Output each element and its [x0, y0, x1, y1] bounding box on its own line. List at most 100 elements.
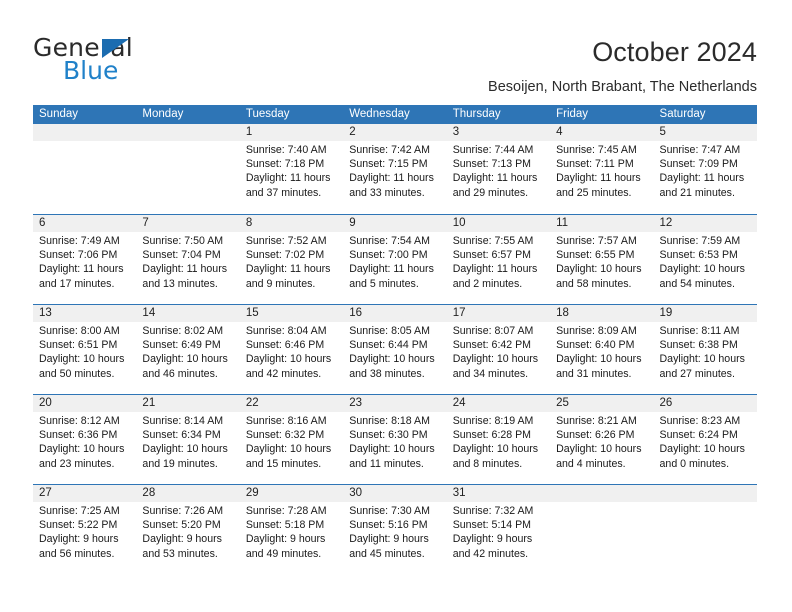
day-details: Sunrise: 7:59 AM Sunset: 6:53 PM Daylight:…	[654, 232, 757, 291]
day-of-week-header-row: Sunday Monday Tuesday Wednesday Thursday…	[33, 105, 757, 124]
calendar-day-cell[interactable]: 30 Sunrise: 7:30 AM Sunset: 5:16 PM Dayligh…	[343, 485, 447, 574]
daylight-text-line2: and 25 minutes.	[556, 186, 632, 199]
daylight-text-line1: Daylight: 10 hours	[452, 443, 539, 456]
sunrise-text: Sunrise: 7:50 AM	[142, 235, 224, 247]
calendar-day-cell[interactable]: 12 Sunrise: 7:59 AM Sunset: 6:53 PM Dayligh…	[653, 215, 757, 304]
calendar-day-cell[interactable]: 13 Sunrise: 8:00 AM Sunset: 6:51 PM Dayligh…	[33, 305, 137, 394]
page-header: General Blue October 2024 Besoijen, Nort…	[0, 0, 792, 100]
calendar-day-cell[interactable]: 2 Sunrise: 7:42 AM Sunset: 7:15 PM Daylight…	[343, 124, 447, 214]
day-header-friday: Friday	[556, 108, 589, 120]
calendar-day-cell[interactable]: 11 Sunrise: 7:57 AM Sunset: 6:55 PM Dayligh…	[550, 215, 654, 304]
daylight-text-line1: Daylight: 10 hours	[556, 263, 642, 276]
daylight-text-line1: Daylight: 10 hours	[556, 443, 642, 456]
calendar-day-cell[interactable]: 31 Sunrise: 7:32 AM Sunset: 5:14 PM Dayligh…	[446, 485, 551, 574]
sunrise-text: Sunrise: 8:05 AM	[349, 325, 430, 337]
calendar-page: General Blue October 2024 Besoijen, Nort…	[0, 0, 792, 612]
calendar-day-cell[interactable]: 4 Sunrise: 7:45 AM Sunset: 7:11 PM Daylight…	[550, 124, 654, 214]
calendar-day-cell[interactable]: 6 Sunrise: 7:49 AM Sunset: 7:06 PM Daylight…	[33, 215, 137, 304]
calendar-day-cell[interactable]: 29 Sunrise: 7:28 AM Sunset: 5:18 PM Dayligh…	[239, 485, 344, 574]
daylight-text-line1: Daylight: 11 hours	[349, 263, 434, 276]
calendar-day-cell[interactable]: 26 Sunrise: 8:23 AM Sunset: 6:24 PM Dayligh…	[653, 395, 757, 484]
calendar-day-cell[interactable]: 10 Sunrise: 7:55 AM Sunset: 6:57 PM Dayligh…	[446, 215, 551, 304]
calendar-day-cell[interactable]: 8 Sunrise: 7:52 AM Sunset: 7:02 PM Daylight…	[239, 215, 344, 304]
general-blue-logo[interactable]: General Blue	[33, 34, 213, 86]
calendar-day-cell[interactable]: 15 Sunrise: 8:04 AM Sunset: 6:46 PM Dayligh…	[239, 305, 344, 394]
calendar-day-cell[interactable]: 3 Sunrise: 7:44 AM Sunset: 7:13 PM Daylight…	[446, 124, 551, 214]
calendar-day-cell[interactable]: 5 Sunrise: 7:47 AM Sunset: 7:09 PM Daylight…	[653, 124, 757, 214]
day-header-wednesday: Wednesday	[349, 108, 410, 120]
daylight-text-line2: and 21 minutes.	[659, 186, 735, 199]
day-number: 24	[446, 395, 551, 412]
daylight-text-line2: and 45 minutes.	[349, 547, 425, 560]
daylight-text-line1: Daylight: 9 hours	[39, 533, 119, 546]
daylight-text-line2: and 19 minutes.	[142, 457, 218, 470]
day-number: 8	[239, 215, 344, 232]
daylight-text-line2: and 29 minutes.	[452, 186, 529, 199]
day-number: 7	[136, 215, 240, 232]
day-number: 16	[343, 305, 447, 322]
day-number: 11	[550, 215, 654, 232]
sunset-text: Sunset: 6:24 PM	[659, 429, 738, 442]
day-details: Sunrise: 8:12 AM Sunset: 6:36 PM Daylight:…	[33, 412, 136, 471]
sunset-text: Sunset: 7:04 PM	[142, 249, 221, 262]
sunrise-text: Sunrise: 8:14 AM	[142, 415, 224, 427]
daylight-text-line1: Daylight: 10 hours	[39, 443, 125, 456]
day-number: 17	[446, 305, 551, 322]
daylight-text-line1: Daylight: 11 hours	[39, 263, 124, 276]
day-number: 6	[33, 215, 137, 232]
calendar-day-cell[interactable]: 17 Sunrise: 8:07 AM Sunset: 6:42 PM Dayligh…	[446, 305, 551, 394]
daylight-text-line2: and 17 minutes.	[39, 277, 115, 290]
daylight-text-line1: Daylight: 11 hours	[556, 172, 641, 185]
calendar-day-cell[interactable]: 27 Sunrise: 7:25 AM Sunset: 5:22 PM Dayligh…	[33, 485, 137, 574]
daylight-text-line2: and 2 minutes.	[452, 277, 523, 290]
calendar-day-cell[interactable]: 16 Sunrise: 8:05 AM Sunset: 6:44 PM Dayligh…	[343, 305, 447, 394]
day-number: 13	[33, 305, 137, 322]
daylight-text-line2: and 15 minutes.	[245, 457, 322, 470]
calendar-day-cell[interactable]: 23 Sunrise: 8:18 AM Sunset: 6:30 PM Dayligh…	[343, 395, 447, 484]
sunrise-text: Sunrise: 8:21 AM	[556, 415, 637, 427]
calendar-day-cell[interactable]: 24 Sunrise: 8:19 AM Sunset: 6:28 PM Dayligh…	[446, 395, 551, 484]
day-number: 18	[550, 305, 654, 322]
calendar-day-cell[interactable]: 18 Sunrise: 8:09 AM Sunset: 6:40 PM Dayligh…	[550, 305, 654, 394]
daylight-text-line1: Daylight: 11 hours	[659, 172, 745, 185]
calendar-week-row: 1 Sunrise: 7:40 AM Sunset: 7:18 PM Daylight…	[33, 124, 757, 214]
daylight-text-line1: Daylight: 10 hours	[659, 263, 745, 276]
day-header-tuesday: Tuesday	[245, 108, 290, 120]
sunset-text: Sunset: 6:32 PM	[245, 429, 325, 442]
calendar-day-cell[interactable]: 1 Sunrise: 7:40 AM Sunset: 7:18 PM Daylight…	[239, 124, 344, 214]
day-details: Sunrise: 8:00 AM Sunset: 6:51 PM Daylight:…	[33, 322, 136, 381]
sunset-text: Sunset: 7:00 PM	[349, 249, 428, 262]
sunrise-text: Sunrise: 7:59 AM	[659, 235, 741, 247]
day-details: Sunrise: 8:23 AM Sunset: 6:24 PM Daylight:…	[654, 412, 757, 471]
sunset-text: Sunset: 6:30 PM	[349, 429, 428, 442]
day-details	[33, 141, 136, 143]
calendar-day-cell[interactable]: 20 Sunrise: 8:12 AM Sunset: 6:36 PM Dayligh…	[33, 395, 137, 484]
daylight-text-line1: Daylight: 10 hours	[245, 353, 332, 366]
calendar-day-cell[interactable]: 22 Sunrise: 8:16 AM Sunset: 6:32 PM Dayligh…	[239, 395, 344, 484]
day-details: Sunrise: 7:44 AM Sunset: 7:13 PM Daylight:…	[447, 141, 550, 200]
daylight-text-line1: Daylight: 10 hours	[142, 353, 228, 366]
calendar-day-cell[interactable]: 7 Sunrise: 7:50 AM Sunset: 7:04 PM Daylight…	[136, 215, 240, 304]
daylight-text-line2: and 31 minutes.	[556, 367, 632, 380]
day-details: Sunrise: 7:55 AM Sunset: 6:57 PM Daylight:…	[447, 232, 550, 291]
calendar-day-cell[interactable]: 14 Sunrise: 8:02 AM Sunset: 6:49 PM Dayligh…	[136, 305, 240, 394]
calendar-day-cell[interactable]: 28 Sunrise: 7:26 AM Sunset: 5:20 PM Dayligh…	[136, 485, 240, 574]
calendar-day-cell[interactable]: 25 Sunrise: 8:21 AM Sunset: 6:26 PM Dayligh…	[550, 395, 654, 484]
day-details: Sunrise: 7:52 AM Sunset: 7:02 PM Daylight:…	[240, 232, 343, 291]
sunset-text: Sunset: 6:53 PM	[659, 249, 738, 262]
day-details: Sunrise: 7:47 AM Sunset: 7:09 PM Daylight:…	[654, 141, 757, 200]
calendar-day-cell[interactable]: 21 Sunrise: 8:14 AM Sunset: 6:34 PM Dayligh…	[136, 395, 240, 484]
sunset-text: Sunset: 6:26 PM	[556, 429, 635, 442]
daylight-text-line2: and 11 minutes.	[349, 457, 424, 470]
sunset-text: Sunset: 5:14 PM	[452, 519, 532, 532]
daylight-text-line1: Daylight: 11 hours	[245, 263, 331, 276]
daylight-text-line2: and 58 minutes.	[556, 277, 632, 290]
sunset-text: Sunset: 5:20 PM	[142, 519, 221, 532]
calendar-day-cell[interactable]: 19 Sunrise: 8:11 AM Sunset: 6:38 PM Dayligh…	[653, 305, 757, 394]
daylight-text-line2: and 0 minutes.	[659, 457, 730, 470]
sunrise-text: Sunrise: 8:04 AM	[245, 325, 327, 337]
sunset-text: Sunset: 7:02 PM	[245, 249, 325, 262]
calendar-day-cell[interactable]: 9 Sunrise: 7:54 AM Sunset: 7:00 PM Daylight…	[343, 215, 447, 304]
page-subtitle: Besoijen, North Brabant, The Netherlands	[488, 79, 757, 95]
day-details: Sunrise: 8:07 AM Sunset: 6:42 PM Daylight:…	[447, 322, 550, 381]
